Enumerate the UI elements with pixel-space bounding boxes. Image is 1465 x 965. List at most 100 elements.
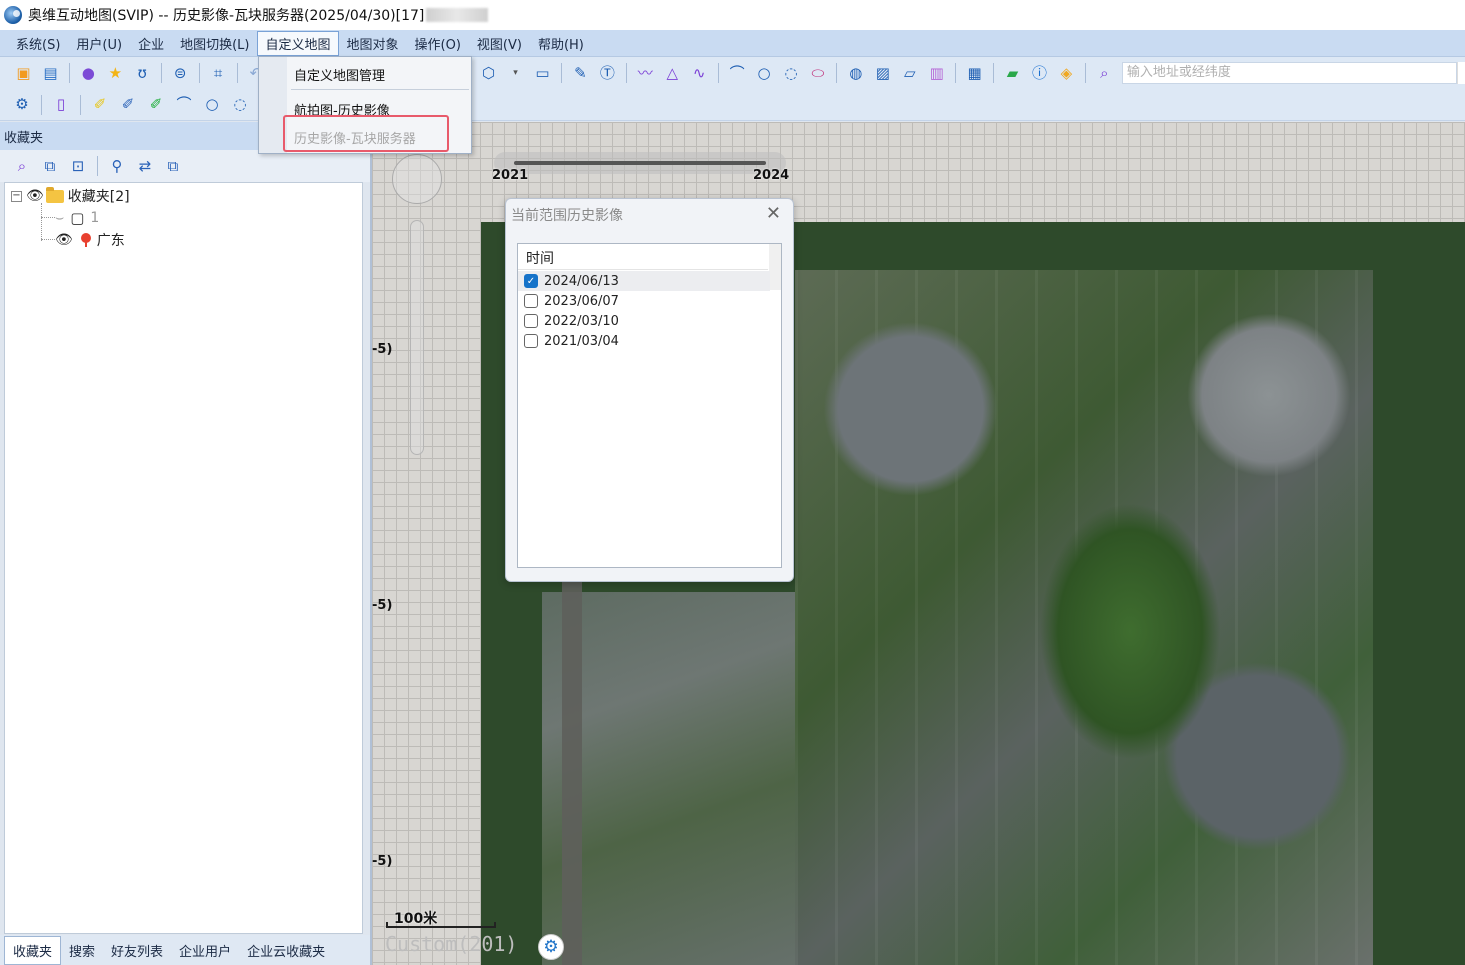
yellow-pin-icon[interactable]: ✐: [89, 94, 111, 116]
window-title: 奥维互动地图(SVIP) -- 历史影像-瓦块服务器(2025/04/30)[1…: [28, 8, 425, 24]
polygon-object-icon: ▢: [70, 209, 85, 227]
ruler-label: -5): [372, 342, 393, 357]
tab-search[interactable]: 搜索: [61, 937, 103, 964]
green-pin-icon[interactable]: ✐: [145, 94, 167, 116]
list-scrollbar[interactable]: [769, 244, 781, 290]
list-header-time: 时间: [518, 244, 768, 270]
polygon-icon[interactable]: ⬡: [478, 62, 499, 84]
open-folder-icon[interactable]: ▣: [13, 62, 34, 84]
eye-icon[interactable]: 👁: [55, 232, 73, 248]
tree-node-guangdong[interactable]: 👁 广东: [55, 230, 125, 250]
search-icon[interactable]: ⌕: [1094, 62, 1115, 84]
menu-bar: 系统(S) 用户(U) 企业 地图切换(L) 自定义地图 地图对象 操作(O) …: [0, 30, 1465, 57]
toolbar-filler: [480, 89, 1465, 121]
open-circle-tool-icon[interactable]: ◌: [229, 94, 251, 116]
eye-closed-icon[interactable]: ⌣: [55, 210, 64, 226]
layers-icon[interactable]: ⊜: [170, 62, 191, 84]
timeline-track[interactable]: [514, 161, 766, 165]
gem-icon[interactable]: ◈: [1056, 62, 1077, 84]
pin-tool-icon[interactable]: ✎: [570, 62, 591, 84]
crop-icon[interactable]: ⌗: [208, 62, 229, 84]
checkbox-icon[interactable]: [524, 294, 538, 308]
info-icon[interactable]: ⓘ: [1029, 62, 1050, 84]
close-icon[interactable]: ✕: [766, 203, 781, 224]
hatch-square-icon[interactable]: ▨: [872, 62, 893, 84]
tree-node-1[interactable]: ⌣ ▢ 1: [55, 208, 99, 228]
collapse-icon[interactable]: −: [11, 190, 22, 202]
list-item[interactable]: ✓ 2024/06/13: [518, 271, 770, 291]
ruler-label: -5): [372, 598, 393, 613]
star-icon[interactable]: ★: [105, 62, 126, 84]
rectangle-tool-icon[interactable]: ▭: [532, 62, 553, 84]
satellite-imagery: [795, 270, 1373, 965]
main-toolbar: ▣ ▤ ● ★ ʊ ⊜ ⌗ ↶ ⬡ ▾ ▭ ✎ Ⓣ 〰 △ ∿ ⌒ ○ ◌ ⬭ …: [0, 57, 1465, 89]
checkbox-icon[interactable]: [524, 334, 538, 348]
swap-icon[interactable]: ⇄: [134, 155, 156, 177]
filled-circle-icon[interactable]: ◍: [845, 62, 866, 84]
menu-system[interactable]: 系统(S): [8, 31, 68, 56]
map-source-label: Custom(201): [385, 932, 518, 956]
eye-icon[interactable]: 👁: [26, 188, 44, 204]
location-icon[interactable]: ⚲: [106, 155, 128, 177]
arc-tool-icon[interactable]: ⌒: [173, 94, 195, 116]
menu-help[interactable]: 帮助(H): [530, 31, 592, 56]
building-icon[interactable]: ▦: [964, 62, 985, 84]
timeline-slider[interactable]: [494, 152, 786, 174]
checkbox-checked-icon[interactable]: ✓: [524, 274, 538, 288]
list-item[interactable]: 2022/03/10: [518, 311, 770, 331]
menu-enterprise[interactable]: 企业: [130, 31, 172, 56]
route-icon[interactable]: ʊ: [132, 62, 153, 84]
history-imagery-dialog: 当前范围历史影像 ✕ 时间 ✓ 2024/06/13 2023/06/07 20…: [505, 198, 794, 582]
curve-icon[interactable]: ∿: [689, 62, 710, 84]
favorites-toolbar: ⌕ ⧉ ⊡ ⚲ ⇄ ⧉: [0, 150, 370, 182]
menu-map-switch[interactable]: 地图切换(L): [172, 31, 257, 56]
checkbox-icon[interactable]: [524, 314, 538, 328]
timeline-end-label: 2024: [753, 168, 790, 183]
list-item[interactable]: 2023/06/07: [518, 291, 770, 311]
triangle-icon[interactable]: △: [662, 62, 683, 84]
search-icon[interactable]: ⌕: [11, 155, 33, 177]
chat-icon[interactable]: ▰: [1002, 62, 1023, 84]
zoom-slider[interactable]: [410, 220, 424, 455]
menu-custom-map[interactable]: 自定义地图: [257, 30, 339, 56]
arc-icon[interactable]: ⌒: [727, 62, 748, 84]
list-item[interactable]: 2021/03/04: [518, 331, 770, 351]
app-logo-icon: [4, 6, 22, 24]
compass-control[interactable]: [392, 154, 442, 204]
tab-enterprise-cloud[interactable]: 企业云收藏夹: [239, 937, 333, 964]
favorites-tree: − 👁 收藏夹[2] ⌣ ▢ 1 👁 广东: [4, 182, 363, 934]
circle-icon[interactable]: ○: [754, 62, 775, 84]
left-panel-tabs: 收藏夹 搜索 好友列表 企业用户 企业云收藏夹: [0, 935, 370, 965]
chevron-down-icon[interactable]: ▾: [505, 62, 526, 84]
columns-icon[interactable]: ▥: [926, 62, 947, 84]
tab-favorites[interactable]: 收藏夹: [4, 935, 62, 965]
timeline-start-label: 2021: [492, 168, 529, 183]
menu-view[interactable]: 视图(V): [469, 31, 530, 56]
search-dropdown[interactable]: [1457, 62, 1465, 84]
circle-tool-icon[interactable]: ○: [201, 94, 223, 116]
copy-icon[interactable]: ⧉: [39, 155, 61, 177]
tab-friends[interactable]: 好友列表: [103, 937, 171, 964]
menu-operation[interactable]: 操作(O): [407, 31, 469, 56]
tree-node-root[interactable]: − 👁 收藏夹[2]: [11, 186, 130, 206]
polyline-icon[interactable]: 〰: [635, 62, 656, 84]
settings-gear-icon[interactable]: ⚙: [11, 94, 33, 116]
save-icon[interactable]: ▤: [40, 62, 61, 84]
search-input[interactable]: 输入地址或经纬度: [1121, 62, 1458, 84]
tab-enterprise-users[interactable]: 企业用户: [171, 937, 239, 964]
history-date-list: 时间 ✓ 2024/06/13 2023/06/07 2022/03/10 20…: [517, 243, 782, 568]
scan-icon[interactable]: ⊡: [67, 155, 89, 177]
layer-copy-icon[interactable]: ⧉: [162, 155, 184, 177]
menu-user[interactable]: 用户(U): [68, 31, 130, 56]
menu-map-objects[interactable]: 地图对象: [339, 31, 407, 56]
partial-circle-icon[interactable]: ◌: [781, 62, 802, 84]
map-sheet-icon[interactable]: ▱: [899, 62, 920, 84]
users-icon[interactable]: ●: [78, 62, 99, 84]
text-tool-icon[interactable]: Ⓣ: [597, 62, 618, 84]
highlight-box: [283, 115, 449, 152]
menu-custom-map-manage[interactable]: 自定义地图管理: [294, 65, 385, 84]
blue-pin-icon[interactable]: ✐: [117, 94, 139, 116]
map-settings-gear-icon[interactable]: ⚙: [538, 934, 564, 960]
ellipse-icon[interactable]: ⬭: [807, 62, 828, 84]
new-document-icon[interactable]: ▯: [50, 94, 72, 116]
